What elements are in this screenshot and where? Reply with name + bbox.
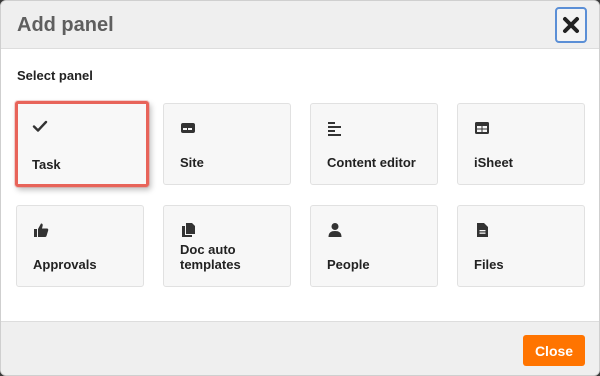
panel-card-label: People (327, 257, 370, 272)
panel-card-doc-auto-templates[interactable]: Doc auto templates (163, 205, 291, 287)
thumbs-up-icon (34, 223, 49, 237)
person-icon (328, 223, 342, 237)
panel-card-label: iSheet (474, 155, 514, 170)
panel-card-label: Task (32, 157, 61, 172)
close-button[interactable]: Close (523, 335, 585, 366)
site-card-icon (181, 123, 195, 133)
panel-card-label: Doc auto templates (180, 242, 241, 272)
panel-card-files[interactable]: Files (457, 205, 585, 287)
panel-card-label: Files (474, 257, 504, 272)
dialog-header: Add panel (1, 1, 599, 49)
panel-card-approvals[interactable]: Approvals (16, 205, 144, 287)
panel-card-label: Approvals (33, 257, 97, 272)
panel-card-people[interactable]: People (310, 205, 438, 287)
table-icon (475, 122, 489, 134)
panel-card-isheet[interactable]: iSheet (457, 103, 585, 185)
panel-card-label: Content editor (327, 155, 416, 170)
section-label: Select panel (17, 68, 93, 83)
panel-card-site[interactable]: Site (163, 103, 291, 185)
documents-icon (182, 223, 195, 237)
dialog-footer: Close (1, 321, 599, 375)
file-icon (477, 223, 488, 237)
text-lines-icon (328, 122, 341, 136)
panel-card-content-editor[interactable]: Content editor (310, 103, 438, 185)
panel-card-task[interactable]: Task (15, 101, 149, 187)
dialog-title: Add panel (17, 14, 114, 36)
add-panel-dialog: Add panel Select panel Task Site Content… (0, 0, 600, 376)
close-x-button[interactable] (555, 7, 587, 43)
panel-card-label: Site (180, 155, 204, 170)
checkmark-icon (32, 120, 48, 132)
close-x-icon (563, 17, 579, 33)
